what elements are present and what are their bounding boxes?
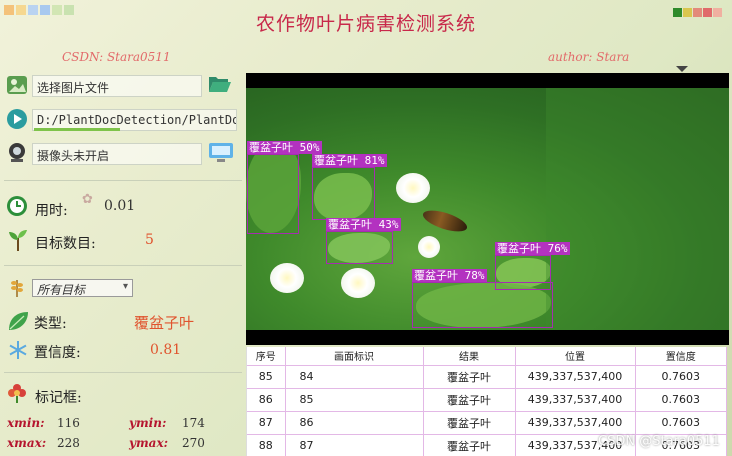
table-cell: 覆盆子叶 [423,411,516,435]
table-cell: 88 [247,434,286,456]
table-cell: 87 [285,434,424,456]
type-value: 覆盆子叶 [134,314,195,332]
flower-shape [396,173,430,203]
table-cell: 0.7603 [635,365,727,389]
flower-icon [6,382,28,408]
target-select[interactable]: 所有目标 ▾ [32,279,133,297]
xmax-label: xmax: [7,436,47,450]
confidence-value: 0.81 [150,342,182,358]
detection-label: 覆盆子叶 78% [412,269,487,282]
detection-label: 覆盆子叶 76% [495,242,570,255]
decor-icon: ✿ [82,192,93,207]
table-row[interactable]: 85 84 覆盆子叶 439,337,537,400 0.7603 [247,365,727,389]
column-header[interactable]: 画面标识 [285,347,424,366]
ymin-label: ymin: [129,416,167,430]
section-divider [4,180,242,181]
leaf-icon [7,310,29,336]
monitor-icon[interactable] [208,142,234,164]
table-cell: 86 [247,388,286,412]
bbox-label: 标记框: [35,390,82,406]
section-divider [4,265,242,266]
table-cell: 439,337,537,400 [515,411,636,435]
confidence-label: 置信度: [34,345,81,361]
target-count-value: 5 [145,232,154,248]
ymax-label: ymax: [129,436,169,450]
video-play-icon[interactable] [6,108,28,130]
table-cell: 87 [247,411,286,435]
chevron-down-icon: ▾ [122,281,128,292]
target-select-value: 所有目标 [37,283,86,297]
clock-icon [6,195,28,221]
time-label: 用时: [35,203,68,219]
camera-status-field[interactable]: 摄像头未开启 [32,143,202,165]
detection-box[interactable] [247,154,299,234]
flower-shape [418,236,440,258]
bokeh-shape [546,88,729,330]
app-title: 农作物叶片病害检测系统 [255,13,476,35]
section-divider [4,372,242,373]
select-image-field[interactable]: 选择图片文件 [32,75,202,97]
type-label: 类型: [34,316,67,332]
table-cell: 85 [285,388,424,412]
flower-shape [341,268,375,298]
detection-label: 覆盆子叶 81% [312,154,387,167]
detection-box[interactable] [412,282,553,328]
time-value: 0.01 [104,198,136,214]
snowflake-icon [7,339,29,365]
table-cell: 覆盆子叶 [423,388,516,412]
xmax-value: 228 [57,436,80,450]
progress-bar [34,128,120,131]
watermark: CSDN @Stara0511 [598,434,720,449]
csdn-credit: CSDN: Stara0511 [62,50,171,64]
table-row[interactable]: 86 85 覆盆子叶 439,337,537,400 0.7603 [247,388,727,412]
author-credit: author: Stara [548,50,630,64]
column-header[interactable]: 结果 [423,347,516,366]
table-header-row: 序号 画面标识 结果 位置 置信度 [247,347,727,366]
table-row[interactable]: 87 86 覆盆子叶 439,337,537,400 0.7603 [247,411,727,435]
column-header[interactable]: 置信度 [635,347,727,366]
flower-shape [270,263,304,293]
column-header[interactable]: 序号 [247,347,286,366]
detection-label: 覆盆子叶 50% [247,141,322,154]
table-cell: 84 [285,365,424,389]
table-cell: 86 [285,411,424,435]
detection-box[interactable] [312,167,375,220]
detection-viewer[interactable]: 覆盆子叶 50% 覆盆子叶 81% 覆盆子叶 43% 覆盆子叶 76% 覆盆子叶… [246,73,729,345]
plant-icon [6,228,30,256]
image-icon[interactable] [6,74,28,96]
table-cell: 覆盆子叶 [423,434,516,456]
camera-icon[interactable] [6,142,28,164]
ymin-value: 174 [182,416,205,430]
table-cell: 0.7603 [635,411,727,435]
column-header[interactable]: 位置 [515,347,636,366]
wheat-icon [7,276,27,302]
table-cell: 覆盆子叶 [423,365,516,389]
detection-box[interactable] [326,231,393,264]
ymax-value: 270 [182,436,205,450]
table-cell: 85 [247,365,286,389]
table-cell: 439,337,537,400 [515,365,636,389]
table-cell: 439,337,537,400 [515,388,636,412]
folder-open-icon[interactable] [208,73,232,95]
detection-label: 覆盆子叶 43% [326,218,401,231]
dropdown-arrow-icon[interactable] [676,66,688,72]
xmin-label: xmin: [7,416,45,430]
xmin-value: 116 [57,416,80,430]
target-count-label: 目标数目: [35,236,96,252]
table-cell: 0.7603 [635,388,727,412]
bee-shape [420,206,470,236]
